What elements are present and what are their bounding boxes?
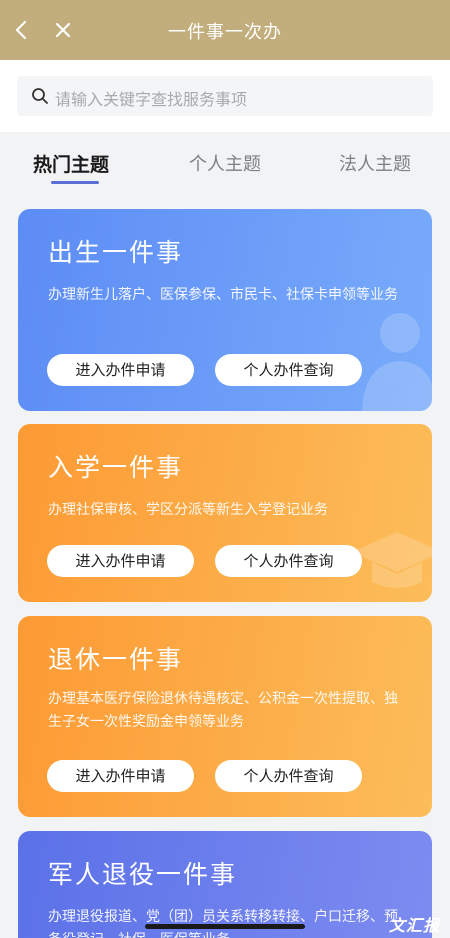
search-section: 请输入关键字查找服务事项: [0, 60, 450, 132]
search-placeholder: 请输入关键字查找服务事项: [55, 90, 248, 109]
card-military-retirement: 军人退役一件事 办理退役报道、党（团）员关系转移转接、户口迁移、预备役登记、社保…: [18, 831, 432, 938]
query-button[interactable]: 个人办件查询: [215, 760, 362, 792]
baby-icon: [342, 291, 432, 411]
page-title: 一件事一次办: [168, 22, 282, 43]
apply-button[interactable]: 进入办件申请: [47, 760, 194, 792]
card-description: 办理基本医疗保险退休待遇核定、公积金一次性提取、独生子女一次性奖励金申领等业务: [48, 691, 398, 730]
card-title: 退休一件事: [48, 645, 184, 674]
card-title: 军人退役一件事: [48, 860, 238, 889]
active-tab-indicator: [51, 181, 99, 184]
tab-personal-topics[interactable]: 个人主题: [189, 150, 261, 176]
query-button[interactable]: 个人办件查询: [215, 545, 362, 577]
tab-hot-topics[interactable]: 热门主题: [33, 150, 109, 177]
watermark-logo: 文汇报: [388, 916, 440, 935]
search-icon: [31, 87, 49, 105]
graduation-cap-icon: [342, 482, 432, 602]
search-input[interactable]: 请输入关键字查找服务事项: [17, 76, 433, 116]
apply-button[interactable]: 进入办件申请: [47, 545, 194, 577]
apply-button[interactable]: 进入办件申请: [47, 354, 194, 386]
card-title: 出生一件事: [48, 238, 184, 267]
tab-corporate-topics[interactable]: 法人主题: [339, 150, 411, 176]
card-description: 办理退役报道、党（团）员关系转移转接、户口迁移、预备役登记、社保、医保等业务: [48, 909, 398, 938]
theme-tabs: 热门主题 个人主题 法人主题: [0, 132, 450, 196]
home-indicator: [145, 924, 305, 929]
card-school-enrollment: 入学一件事 办理社保审核、学区分派等新生入学登记业务 进入办件申请 个人办件查询: [18, 424, 432, 602]
query-button[interactable]: 个人办件查询: [215, 354, 362, 386]
title-bar: 一件事一次办: [0, 0, 450, 60]
card-retirement: 退休一件事 办理基本医疗保险退休待遇核定、公积金一次性提取、独生子女一次性奖励金…: [18, 616, 432, 817]
card-birth: 出生一件事 办理新生儿落户、医保参保、市民卡、社保卡申领等业务 进入办件申请 个…: [18, 209, 432, 411]
card-title: 入学一件事: [48, 453, 184, 482]
